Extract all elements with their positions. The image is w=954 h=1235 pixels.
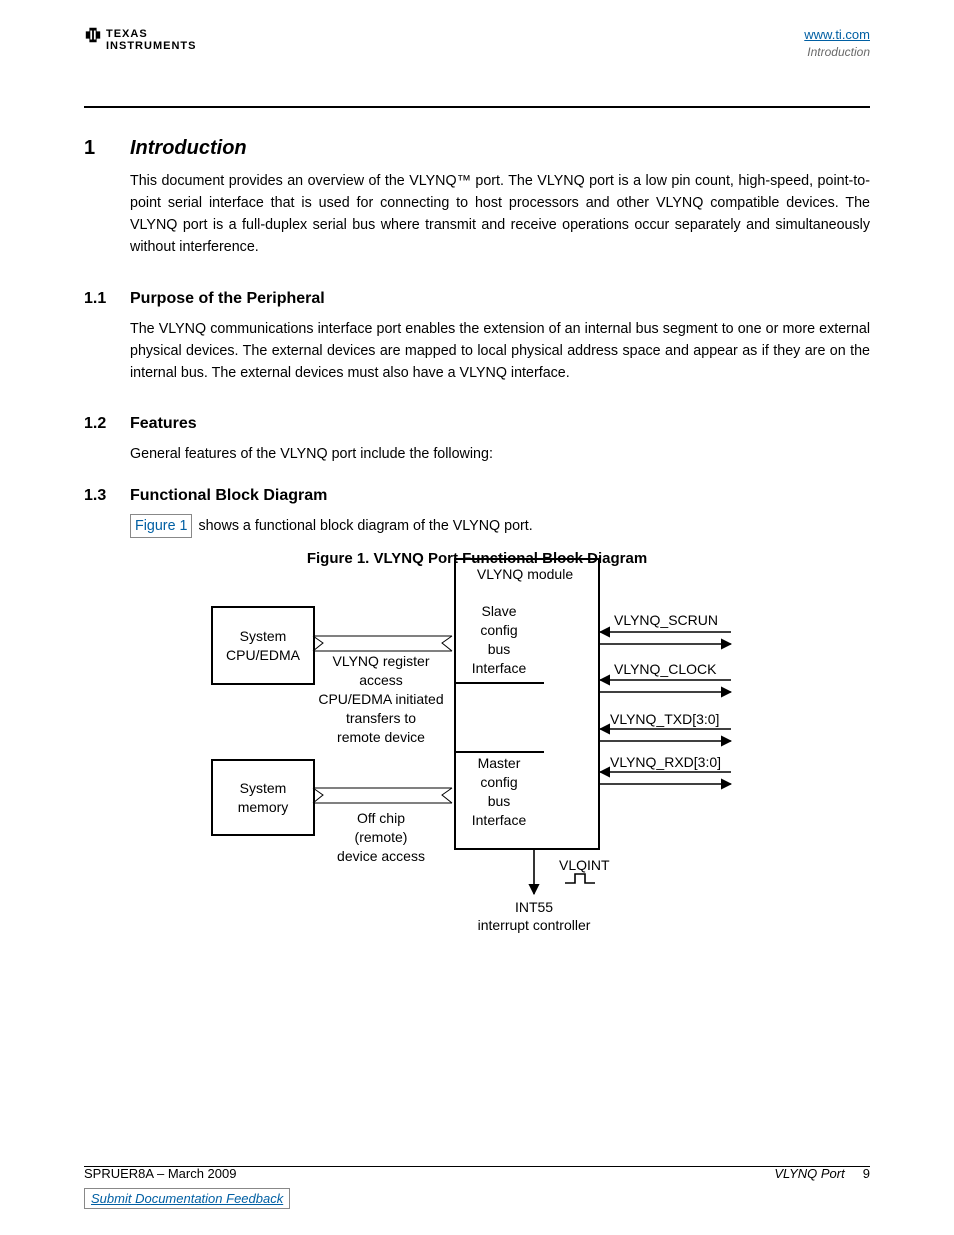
sec1-3-num: 1.3 [84,487,106,505]
figure-1-link[interactable]: Figure 1 [130,514,192,538]
sec1-2-para: General features of the VLYNQ port inclu… [130,443,870,465]
sec1-2-num: 1.2 [84,415,106,433]
footer-docid: SPRUER8A – March 2009 [84,1166,236,1181]
sec1-title: Introduction [130,137,247,160]
logo-text-top: TEXAS [106,28,196,40]
sec1-1-title: Purpose of the Peripheral [130,290,325,308]
header-section-name: Introduction [804,44,870,61]
ti-logo: TEXAS INSTRUMENTS [84,26,196,52]
block-diagram: SystemCPU/EDMA Systemmemory VLYNQ module… [0,556,954,986]
logo-text-bottom: INSTRUMENTS [106,40,196,52]
diagram-lines [0,556,954,986]
sec1-3-rest: shows a functional block diagram of the … [198,518,532,534]
ti-chip-icon [84,26,102,44]
sec1-1-para: The VLYNQ communications interface port … [130,318,870,384]
header-link[interactable]: www.ti.com [804,27,870,42]
feedback-link[interactable]: Submit Documentation Feedback [91,1191,283,1206]
sec1-para: This document provides an overview of th… [130,170,870,259]
sec1-3-title: Functional Block Diagram [130,487,327,505]
footer-title: VLYNQ Port [774,1166,844,1181]
sec1-num: 1 [84,137,95,160]
footer-feedback-box: Submit Documentation Feedback [84,1188,290,1209]
footer-page-num: 9 [863,1166,870,1181]
header-rule [84,106,870,108]
sec1-2-title: Features [130,415,197,433]
footer-right: VLYNQ Port 9 [774,1166,870,1181]
page-header: TEXAS INSTRUMENTS www.ti.com Introductio… [84,26,870,61]
sec1-3-para: Figure 1 shows a functional block diagra… [130,514,870,538]
sec1-1-num: 1.1 [84,290,106,308]
header-right: www.ti.com Introduction [804,26,870,61]
